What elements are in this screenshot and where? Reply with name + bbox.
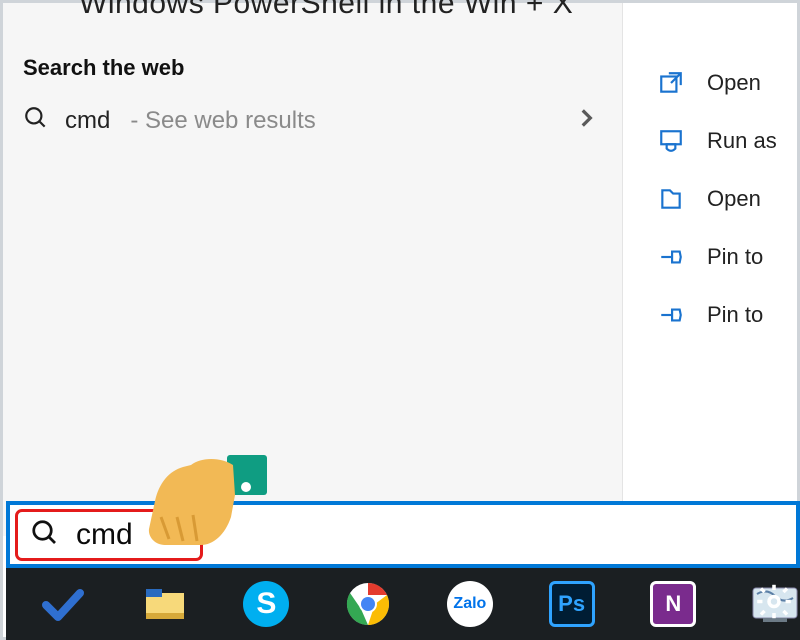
start-search-panel: Windows PowerShell in the Win + X Search… [3, 3, 623, 536]
file-explorer-icon[interactable] [140, 579, 190, 629]
pin-icon [657, 243, 685, 271]
action-label: Open [707, 186, 761, 212]
skype-icon[interactable]: S [242, 579, 292, 629]
search-text: cmd [76, 518, 133, 552]
search-icon [23, 105, 49, 136]
action-list: Open Run as Open Pin to Pin to [657, 69, 800, 329]
action-pin-start[interactable]: Pin to [657, 243, 800, 271]
action-label: Pin to [707, 244, 763, 270]
search-box-highlight: cmd [15, 509, 203, 561]
taskbar: S Zalo Ps N [6, 568, 800, 640]
photoshop-icon[interactable]: Ps [547, 579, 597, 629]
web-result-query: cmd [65, 107, 110, 135]
search-icon [30, 518, 60, 553]
pin-icon [657, 301, 685, 329]
taskbar-search-box[interactable]: cmd [6, 501, 800, 568]
cut-off-text: Windows PowerShell in the Win + X [3, 0, 622, 21]
action-label: Pin to [707, 302, 763, 328]
shield-icon [657, 127, 685, 155]
chevron-right-icon [573, 105, 599, 136]
chrome-icon[interactable] [343, 579, 393, 629]
action-label: Run as [707, 128, 777, 154]
settings-icon[interactable] [754, 582, 794, 627]
zalo-icon[interactable]: Zalo [445, 579, 495, 629]
open-icon [657, 69, 685, 97]
screen: Windows PowerShell in the Win + X Search… [0, 0, 800, 640]
action-run-as[interactable]: Run as [657, 127, 800, 155]
web-result-row[interactable]: cmd - See web results [19, 103, 601, 138]
action-label: Open [707, 70, 761, 96]
todo-icon[interactable] [38, 579, 88, 629]
action-open[interactable]: Open [657, 69, 800, 97]
onenote-icon[interactable]: N [649, 579, 699, 629]
folder-icon [657, 185, 685, 213]
web-result-hint: - See web results [130, 107, 315, 135]
action-open-location[interactable]: Open [657, 185, 800, 213]
action-pin-taskbar[interactable]: Pin to [657, 301, 800, 329]
search-section-heading: Search the web [3, 21, 622, 99]
